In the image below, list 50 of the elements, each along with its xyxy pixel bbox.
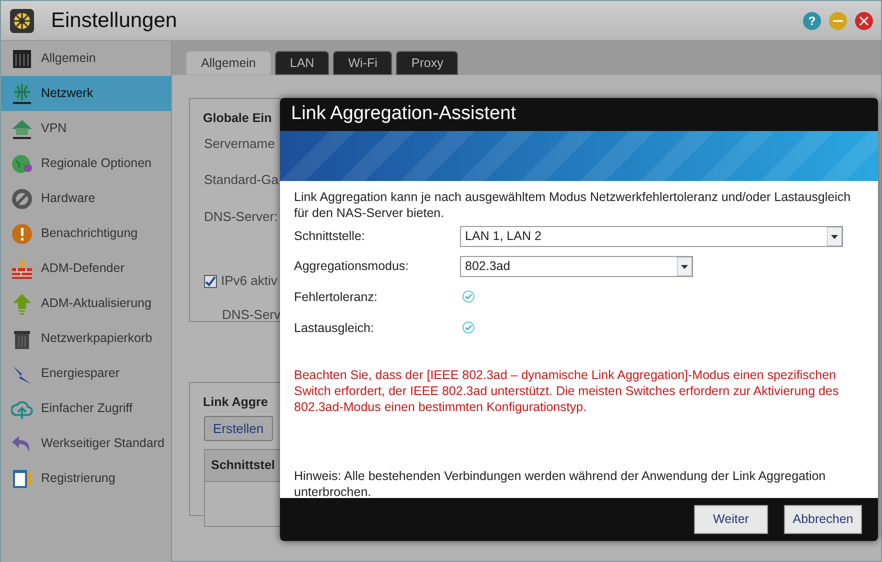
warning-text: Beachten Sie, dass der [IEEE 802.3ad – dynamische Link Aggregation]-Modus einen spezifischen Switch erfordert, der IEEE 802.3ad unterstützt. Die meisten Switches erfordern zur Aktivierung des 802.3ad-Modus einen bestimmten Konfigurationstyp. xyxy=(294,367,840,415)
field-label: Fehlertoleranz: xyxy=(294,288,378,304)
sidebar-item[interactable]: Werkseitiger Standard xyxy=(1,426,171,461)
house-icon xyxy=(11,118,33,140)
sidebar-item[interactable]: Energiesparer xyxy=(1,356,171,391)
sidebar-item[interactable]: Registrierung xyxy=(1,461,171,496)
field-label: Standard-Ga xyxy=(204,171,278,190)
checkbox-label: IPv6 aktiv xyxy=(221,272,278,290)
sidebar-item[interactable]: ADM-Aktualisierung xyxy=(1,286,171,321)
sidebar-item[interactable]: ADM-Defender xyxy=(1,251,171,286)
help-button[interactable]: ? xyxy=(803,12,821,30)
sidebar-item[interactable]: Einfacher Zugriff xyxy=(1,391,171,426)
intro-text: Link Aggregation kann je nach ausgewähltem Modus Netzwerkfehlertoleranz und/oder Lastausgleich für den NAS-Server bieten. xyxy=(294,189,852,221)
sidebar-item[interactable]: Netzwerkpapierkorb xyxy=(1,321,171,356)
tab[interactable]: Proxy xyxy=(396,51,458,75)
check-icon xyxy=(205,276,216,286)
field-label: DNS-Serv xyxy=(221,306,281,324)
field-label: Schnittstelle: xyxy=(294,228,366,244)
dropdown[interactable]: 802.3ad xyxy=(460,256,693,276)
up-arrow-icon xyxy=(11,292,33,314)
checkbox[interactable] xyxy=(204,274,217,288)
field-label: Aggregationsmodus: xyxy=(294,258,410,274)
dropdown[interactable]: LAN 1, LAN 2 xyxy=(460,226,843,246)
firewall-icon xyxy=(11,258,33,280)
field-label: Servername xyxy=(204,134,275,153)
tab[interactable]: Allgemein xyxy=(186,51,271,75)
field-label: Lastausgleich: xyxy=(294,320,375,336)
sidebar-item[interactable]: VPN xyxy=(1,111,171,146)
create-button[interactable]: Erstellen xyxy=(204,416,273,442)
sidebar-item[interactable]: Allgemein xyxy=(1,41,171,76)
tab[interactable]: Wi-Fi xyxy=(333,51,392,75)
window-title: Einstellungen xyxy=(51,8,178,34)
caret-icon xyxy=(677,256,692,276)
warning-icon xyxy=(11,222,33,244)
dialog-button[interactable]: Weiter xyxy=(694,505,768,534)
dialog-button[interactable]: Abbrechen xyxy=(784,505,862,534)
globe-pin-icon xyxy=(11,152,33,174)
sidebar-item[interactable]: Benachrichtigung xyxy=(1,216,171,251)
field-label: DNS-Server: xyxy=(204,208,278,226)
clipboard-icon xyxy=(11,468,33,490)
sidebar-item[interactable]: Regionale Optionen xyxy=(1,146,171,181)
sidebar-item[interactable]: Hardware xyxy=(1,181,171,216)
gear-icon xyxy=(9,8,35,34)
tab[interactable]: LAN xyxy=(274,51,330,75)
caret-icon xyxy=(827,226,842,246)
sidebar-item[interactable]: Netzwerk xyxy=(1,76,171,111)
dialog-title: Link Aggregation-Assistent xyxy=(280,98,878,131)
close-button[interactable] xyxy=(855,12,873,30)
globe-icon xyxy=(11,82,33,104)
server-icon xyxy=(11,48,33,70)
